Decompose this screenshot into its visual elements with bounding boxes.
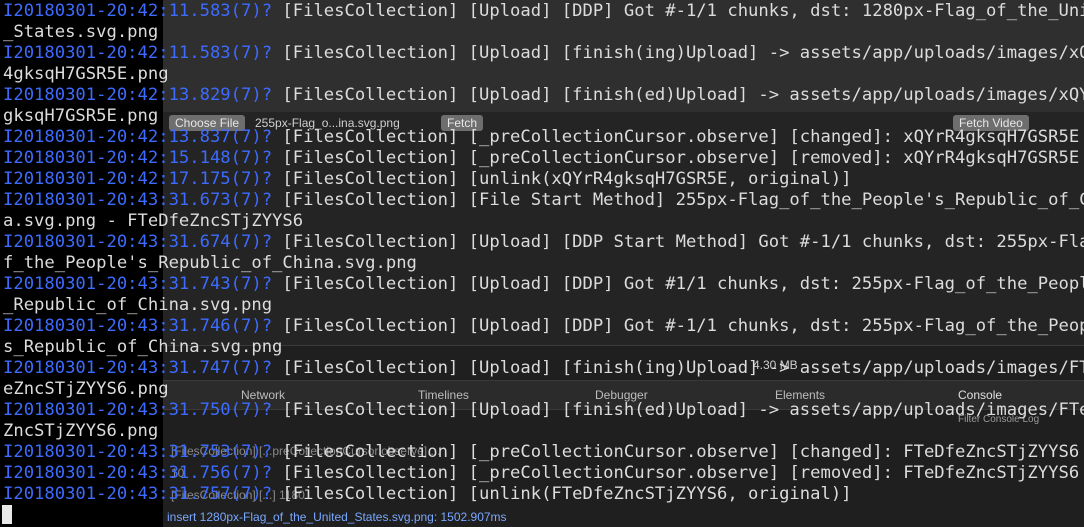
log-timestamp: I20180301-20:43:31.743(7)? bbox=[3, 274, 273, 294]
terminal-output[interactable]: I20180301-20:42:11.583(7)? [FilesCollect… bbox=[0, 0, 1084, 527]
log-timestamp: I20180301-20:42:13.837(7)? bbox=[3, 127, 273, 147]
log-message: [FilesCollection] [_preCollectionCursor.… bbox=[272, 442, 1080, 462]
log-line: I20180301-20:42:17.175(7)? [FilesCollect… bbox=[3, 169, 852, 190]
log-message: f_the_People's_Republic_of_China.svg.png bbox=[3, 253, 417, 273]
log-message: [FilesCollection] [Upload] [DDP] Got #1/… bbox=[272, 274, 1084, 294]
log-timestamp: I20180301-20:42:17.175(7)? bbox=[3, 169, 273, 189]
log-message: [FilesCollection] [_preCollectionCursor.… bbox=[272, 463, 1080, 483]
log-line: I20180301-20:43:31.673(7)? [FilesCollect… bbox=[3, 190, 1084, 211]
log-line: s_Republic_of_China.svg.png bbox=[3, 337, 282, 358]
log-line: f_the_People's_Republic_of_China.svg.png bbox=[3, 253, 417, 274]
log-line: I20180301-20:43:31.747(7)? [FilesCollect… bbox=[3, 358, 1084, 379]
log-line: I20180301-20:43:31.757(7)? [FilesCollect… bbox=[3, 484, 852, 505]
terminal-cursor bbox=[2, 505, 12, 524]
log-line: I20180301-20:43:31.743(7)? [FilesCollect… bbox=[3, 274, 1084, 295]
log-timestamp: I20180301-20:43:31.750(7)? bbox=[3, 400, 273, 420]
log-line: _States.svg.png bbox=[3, 22, 158, 43]
log-line: eZncSTjZYYS6.png bbox=[3, 379, 169, 400]
log-message: gksqH7GSR5E.png bbox=[3, 106, 159, 126]
log-timestamp: I20180301-20:43:31.753(7)? bbox=[3, 442, 273, 462]
log-message: [FilesCollection] [Upload] [DDP] Got #-1… bbox=[272, 316, 1084, 336]
log-line: 4gksqH7GSR5E.png bbox=[3, 64, 169, 85]
log-message: [FilesCollection] [unlink(FTeDfeZncSTjZY… bbox=[272, 484, 852, 504]
log-message: [FilesCollection] [Upload] [finish(ed)Up… bbox=[272, 85, 1084, 105]
log-message: eZncSTjZYYS6.png bbox=[3, 379, 169, 399]
log-message: [FilesCollection] [unlink(xQYrR4gksqH7GS… bbox=[272, 169, 852, 189]
log-timestamp: I20180301-20:43:31.673(7)? bbox=[3, 190, 273, 210]
log-line: a.svg.png - FTeDfeZncSTjZYYS6 bbox=[3, 211, 303, 232]
log-message: a.svg.png - FTeDfeZncSTjZYYS6 bbox=[3, 211, 304, 231]
log-line: I20180301-20:42:15.148(7)? [FilesCollect… bbox=[3, 148, 1079, 169]
log-line: I20180301-20:43:31.746(7)? [FilesCollect… bbox=[3, 316, 1084, 337]
log-message: ZncSTjZYYS6.png bbox=[3, 421, 159, 441]
log-message: _Republic_of_China.svg.png bbox=[3, 295, 273, 315]
log-line: I20180301-20:43:31.750(7)? [FilesCollect… bbox=[3, 400, 1084, 421]
log-message: s_Republic_of_China.svg.png bbox=[3, 337, 283, 357]
log-line: _Republic_of_China.svg.png bbox=[3, 295, 272, 316]
log-timestamp: I20180301-20:43:31.674(7)? bbox=[3, 232, 273, 252]
log-message: _States.svg.png bbox=[3, 22, 159, 42]
log-line: I20180301-20:42:13.829(7)? [FilesCollect… bbox=[3, 85, 1084, 106]
log-message: [FilesCollection] [Upload] [finish(ing)U… bbox=[272, 358, 1084, 378]
log-message: [FilesCollection] [Upload] [finish(ing)U… bbox=[272, 43, 1084, 63]
log-line: I20180301-20:43:31.753(7)? [FilesCollect… bbox=[3, 442, 1079, 463]
log-timestamp: I20180301-20:43:31.747(7)? bbox=[3, 358, 273, 378]
log-line: ZncSTjZYYS6.png bbox=[3, 421, 158, 442]
log-message: [FilesCollection] [Upload] [DDP Start Me… bbox=[272, 232, 1084, 252]
log-line: I20180301-20:43:31.674(7)? [FilesCollect… bbox=[3, 232, 1084, 253]
log-timestamp: I20180301-20:43:31.757(7)? bbox=[3, 484, 273, 504]
log-message: [FilesCollection] [_preCollectionCursor.… bbox=[272, 148, 1080, 168]
log-message: 4gksqH7GSR5E.png bbox=[3, 64, 169, 84]
log-timestamp: I20180301-20:42:15.148(7)? bbox=[3, 148, 273, 168]
log-message: [FilesCollection] [File Start Method] 25… bbox=[272, 190, 1084, 210]
log-line: I20180301-20:42:11.583(7)? [FilesCollect… bbox=[3, 43, 1084, 64]
log-line: gksqH7GSR5E.png bbox=[3, 106, 158, 127]
log-timestamp: I20180301-20:42:13.829(7)? bbox=[3, 85, 273, 105]
log-line: I20180301-20:42:11.583(7)? [FilesCollect… bbox=[3, 1, 1084, 22]
log-message: [FilesCollection] [Upload] [DDP] Got #-1… bbox=[272, 1, 1084, 21]
log-timestamp: I20180301-20:42:11.583(7)? bbox=[3, 43, 273, 63]
log-line: I20180301-20:42:13.837(7)? [FilesCollect… bbox=[3, 127, 1079, 148]
log-message: [FilesCollection] [Upload] [finish(ed)Up… bbox=[272, 400, 1084, 420]
log-timestamp: I20180301-20:42:11.583(7)? bbox=[3, 1, 273, 21]
log-timestamp: I20180301-20:43:31.746(7)? bbox=[3, 316, 273, 336]
log-message: [FilesCollection] [_preCollectionCursor.… bbox=[272, 127, 1080, 147]
log-line: I20180301-20:43:31.756(7)? [FilesCollect… bbox=[3, 463, 1079, 484]
log-timestamp: I20180301-20:43:31.756(7)? bbox=[3, 463, 273, 483]
